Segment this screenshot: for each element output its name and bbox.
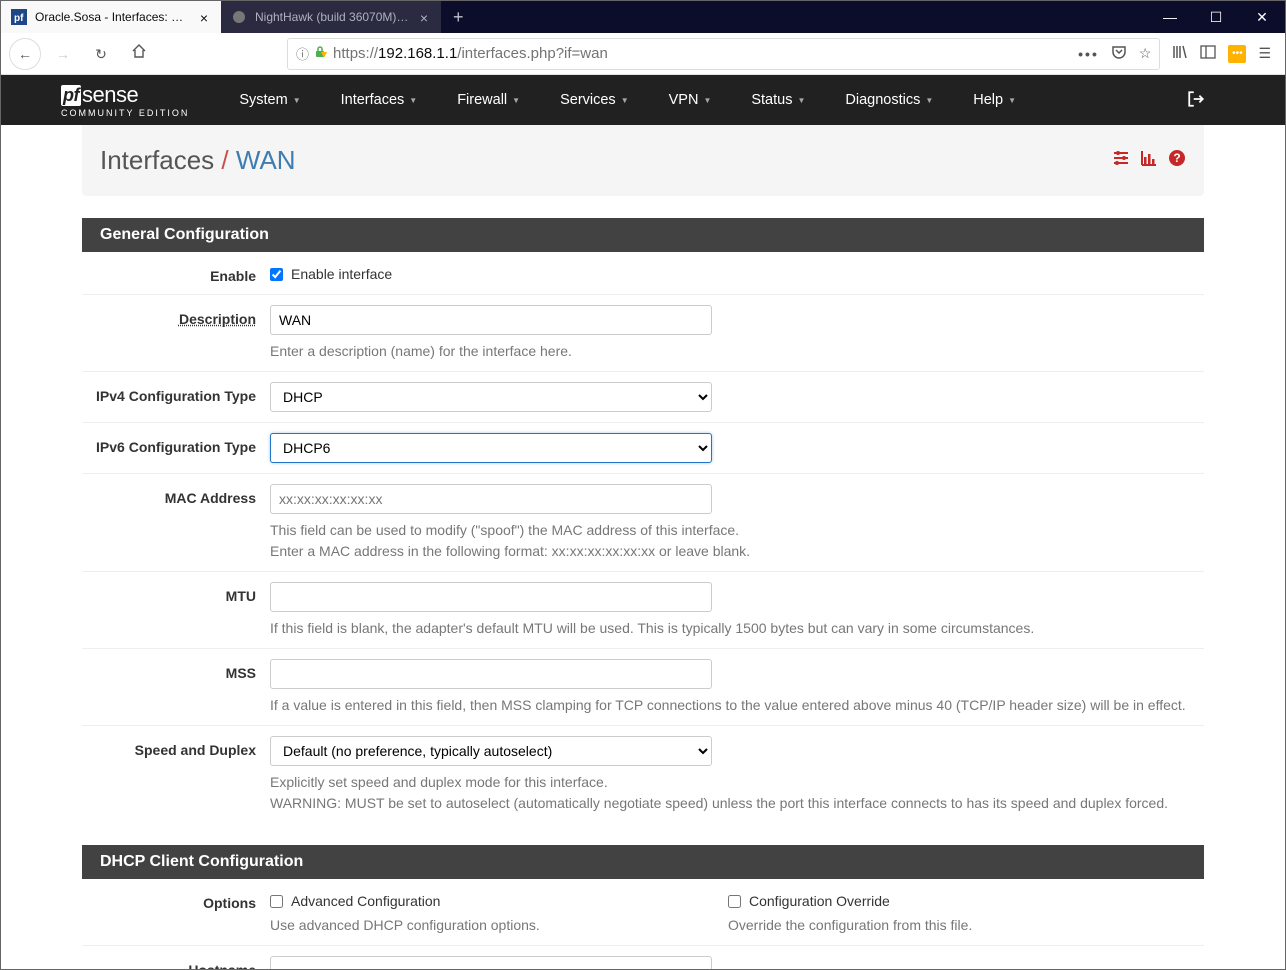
chart-icon[interactable]: [1140, 149, 1158, 172]
titlebar: pf Oracle.Sosa - Interfaces: WAN × Night…: [1, 1, 1285, 33]
nav-status[interactable]: Status▼: [731, 78, 825, 122]
help-text: Use advanced DHCP configuration options.: [270, 915, 728, 935]
reload-button[interactable]: ↻: [85, 38, 117, 70]
tab-title: Oracle.Sosa - Interfaces: WAN: [35, 10, 189, 24]
checkbox-advanced-configuration[interactable]: [270, 895, 283, 908]
panel-dhcp-client-configuration: DHCP Client Configuration Options Advanc…: [82, 845, 1204, 969]
top-nav: pfsense COMMUNITY EDITION System▼ Interf…: [1, 75, 1285, 125]
pfsense-logo[interactable]: pfsense COMMUNITY EDITION: [61, 82, 189, 118]
nav-interfaces[interactable]: Interfaces▼: [321, 78, 438, 122]
checkbox-label: Advanced Configuration: [291, 893, 440, 909]
label-mss: MSS: [90, 659, 270, 715]
address-bar[interactable]: ⓘ https://192.168.1.1/interfaces.php?if=…: [287, 38, 1160, 70]
breadcrumb-bar: Interfaces / WAN ?: [82, 125, 1204, 196]
lock-warning-icon: [313, 45, 327, 62]
hamburger-menu-icon[interactable]: ☰: [1258, 45, 1271, 62]
nighthawk-favicon: [231, 9, 247, 25]
window-controls: — ☐ ✕: [1147, 1, 1285, 33]
checkbox-label: Enable interface: [291, 266, 392, 282]
panel-heading: General Configuration: [82, 218, 1204, 252]
url-text: https://192.168.1.1/interfaces.php?if=wa…: [333, 45, 1072, 62]
browser-toolbar: ← → ↻ ⓘ https://192.168.1.1/interfaces.p…: [1, 33, 1285, 75]
help-text: Enter a description (name) for the inter…: [270, 341, 1186, 361]
input-mac-address[interactable]: [270, 484, 712, 514]
help-text: If a value is entered in this field, the…: [270, 695, 1186, 715]
input-mtu[interactable]: [270, 582, 712, 612]
help-text: Explicitly set speed and duplex mode for…: [270, 772, 1186, 813]
label-mac-address: MAC Address: [90, 484, 270, 561]
panel-heading: DHCP Client Configuration: [82, 845, 1204, 879]
close-button[interactable]: ✕: [1239, 1, 1285, 33]
pocket-icon[interactable]: [1111, 44, 1127, 63]
nav-help[interactable]: Help▼: [953, 78, 1036, 122]
close-icon[interactable]: ×: [417, 10, 431, 24]
label-ipv6-type: IPv6 Configuration Type: [90, 433, 270, 463]
pfsense-favicon: pf: [11, 9, 27, 25]
help-text: This field can be used to modify ("spoof…: [270, 520, 1186, 561]
nav-firewall[interactable]: Firewall▼: [437, 78, 540, 122]
browser-tabs: pf Oracle.Sosa - Interfaces: WAN × Night…: [1, 1, 476, 33]
minimize-button[interactable]: —: [1147, 1, 1193, 33]
checkbox-enable-interface[interactable]: [270, 268, 283, 281]
maximize-button[interactable]: ☐: [1193, 1, 1239, 33]
info-icon[interactable]: ⓘ: [296, 44, 309, 63]
checkbox-configuration-override[interactable]: [728, 895, 741, 908]
breadcrumb-leaf-link[interactable]: WAN: [236, 145, 296, 175]
nav-diagnostics[interactable]: Diagnostics▼: [825, 78, 953, 122]
back-button[interactable]: ←: [18, 47, 32, 61]
label-options: Options: [90, 889, 270, 935]
help-text: If this field is blank, the adapter's de…: [270, 618, 1186, 638]
svg-text:?: ?: [1173, 151, 1180, 165]
extension-icon[interactable]: •••: [1228, 45, 1246, 63]
help-text: Override the configuration from this fil…: [728, 915, 1186, 935]
browser-tab-active[interactable]: pf Oracle.Sosa - Interfaces: WAN ×: [1, 1, 221, 33]
select-ipv4-type[interactable]: DHCP: [270, 382, 712, 412]
nav-system[interactable]: System▼: [219, 78, 320, 122]
label-speed-duplex: Speed and Duplex: [90, 736, 270, 813]
checkbox-label: Configuration Override: [749, 893, 890, 909]
forward-button[interactable]: →: [47, 38, 79, 70]
select-ipv6-type[interactable]: DHCP6: [270, 433, 712, 463]
close-icon[interactable]: ×: [197, 10, 211, 24]
input-mss[interactable]: [270, 659, 712, 689]
svg-text:pf: pf: [14, 13, 24, 24]
nav-services[interactable]: Services▼: [540, 78, 649, 122]
logout-icon[interactable]: [1187, 90, 1205, 111]
help-icon[interactable]: ?: [1168, 149, 1186, 172]
nav-vpn[interactable]: VPN▼: [649, 78, 732, 122]
home-button[interactable]: [123, 38, 155, 70]
select-speed-duplex[interactable]: Default (no preference, typically autose…: [270, 736, 712, 766]
page-content: pfsense COMMUNITY EDITION System▼ Interf…: [1, 75, 1285, 969]
library-icon[interactable]: [1172, 44, 1188, 63]
label-mtu: MTU: [90, 582, 270, 638]
sidebar-icon[interactable]: [1200, 44, 1216, 63]
browser-tab-inactive[interactable]: NightHawk (build 36070M) - Se ×: [221, 1, 441, 33]
label-ipv4-type: IPv4 Configuration Type: [90, 382, 270, 412]
panel-general-configuration: General Configuration Enable Enable inte…: [82, 218, 1204, 823]
label-enable: Enable: [90, 262, 270, 284]
breadcrumb: Interfaces / WAN: [100, 145, 296, 176]
bookmark-star-icon[interactable]: ☆: [1139, 45, 1152, 62]
label-hostname: Hostname: [90, 956, 270, 969]
new-tab-button[interactable]: +: [441, 7, 476, 28]
more-icon[interactable]: •••: [1078, 46, 1099, 62]
input-description[interactable]: [270, 305, 712, 335]
input-hostname[interactable]: [270, 956, 712, 969]
label-description: Description: [90, 305, 270, 361]
tab-title: NightHawk (build 36070M) - Se: [255, 10, 409, 24]
sliders-icon[interactable]: [1112, 149, 1130, 172]
